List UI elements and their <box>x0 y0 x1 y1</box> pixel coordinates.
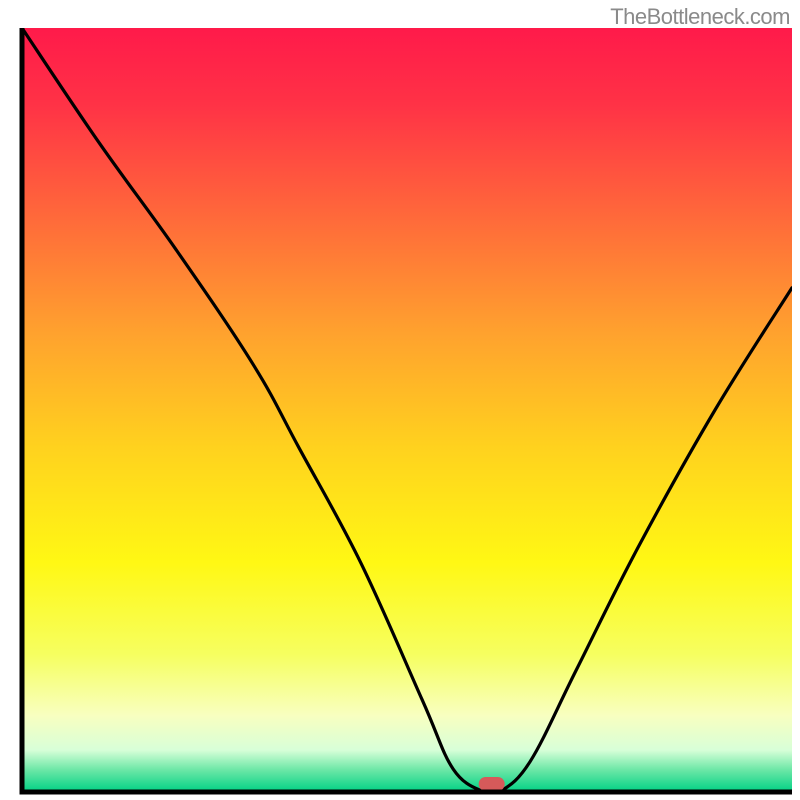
chart-svg <box>0 0 800 800</box>
bottleneck-chart: TheBottleneck.com <box>0 0 800 800</box>
attribution-label: TheBottleneck.com <box>610 4 790 30</box>
plot-background <box>22 28 792 792</box>
target-marker <box>479 777 505 791</box>
